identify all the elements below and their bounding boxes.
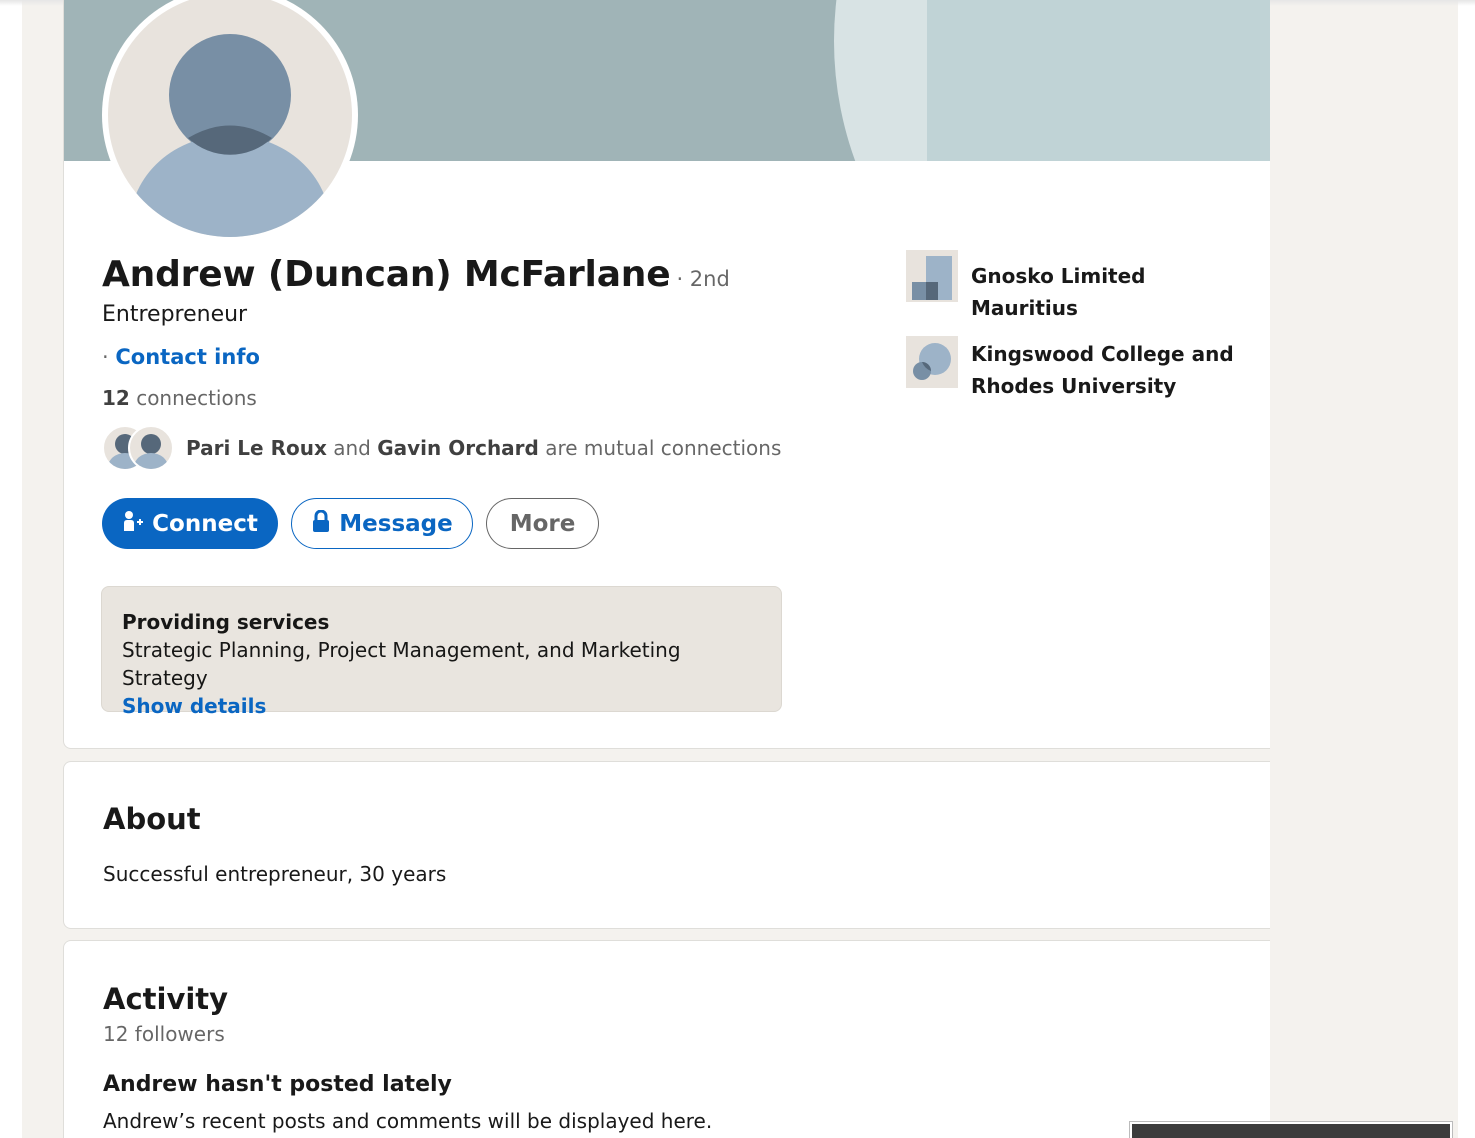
company-logo-icon — [906, 250, 958, 302]
contact-row: · Contact info — [102, 345, 260, 369]
followers-count: 12 followers — [103, 1022, 225, 1046]
mutual-suffix: are mutual connections — [545, 436, 782, 460]
activity-title: Activity — [103, 982, 229, 1016]
empty-activity-desc: Andrew’s recent posts and comments will … — [103, 1109, 713, 1133]
mutual-connections[interactable]: Pari Le Roux and Gavin Orchard are mutua… — [102, 425, 781, 471]
messaging-widget[interactable] — [1129, 1121, 1453, 1138]
org-name: Kingswood College and Rhodes University — [971, 342, 1234, 398]
about-title: About — [103, 802, 201, 836]
org-name: Gnosko Limited Mauritius — [971, 264, 1146, 320]
connections-label: connections — [136, 386, 257, 410]
org-item-company[interactable]: Gnosko Limited Mauritius — [906, 250, 1246, 324]
contact-separator: · — [102, 345, 109, 369]
avatar-placeholder-icon — [108, 0, 352, 237]
services-box: Providing services Strategic Planning, P… — [101, 586, 782, 718]
banner-right-block — [927, 0, 1270, 161]
about-text: Successful entrepreneur, 30 years — [103, 862, 447, 886]
mutual-avatar-icon — [128, 425, 174, 471]
contact-info-link[interactable]: Contact info — [115, 345, 260, 369]
name-row: Andrew (Duncan) McFarlane · 2nd — [102, 254, 730, 295]
mutual-person-1: Pari Le Roux — [186, 436, 327, 460]
profile-name: Andrew (Duncan) McFarlane — [102, 254, 671, 295]
message-button[interactable]: Message — [291, 498, 473, 549]
more-button[interactable]: More — [486, 498, 599, 549]
services-list: Strategic Planning, Project Management, … — [122, 638, 681, 690]
show-details-link[interactable]: Show details — [122, 692, 761, 720]
profile-actions: Connect Message More — [102, 498, 599, 549]
connect-button[interactable]: Connect — [102, 498, 278, 549]
mutual-and: and — [333, 436, 371, 460]
add-person-icon — [122, 510, 144, 538]
mutual-person-2: Gavin Orchard — [377, 436, 539, 460]
mutual-text: Pari Le Roux and Gavin Orchard are mutua… — [186, 436, 781, 460]
connection-degree: · 2nd — [676, 267, 730, 291]
lock-icon — [311, 509, 331, 538]
school-logo-icon — [906, 336, 958, 388]
profile-headline: Entrepreneur — [102, 302, 248, 327]
services-title: Providing services — [122, 610, 330, 634]
mutual-avatars — [102, 425, 174, 471]
connect-label: Connect — [152, 510, 258, 537]
about-card: About Successful entrepreneur, 30 years — [63, 761, 1270, 929]
org-item-school[interactable]: Kingswood College and Rhodes University — [906, 336, 1246, 402]
organizations-list: Gnosko Limited Mauritius Kingswood Colle… — [906, 250, 1246, 414]
connections-number: 12 — [102, 386, 130, 410]
message-label: Message — [339, 510, 453, 537]
empty-activity-title: Andrew hasn't posted lately — [103, 1072, 452, 1097]
activity-card: Activity 12 followers Andrew hasn't post… — [63, 940, 1270, 1138]
connections-count[interactable]: 12 connections — [102, 386, 257, 410]
